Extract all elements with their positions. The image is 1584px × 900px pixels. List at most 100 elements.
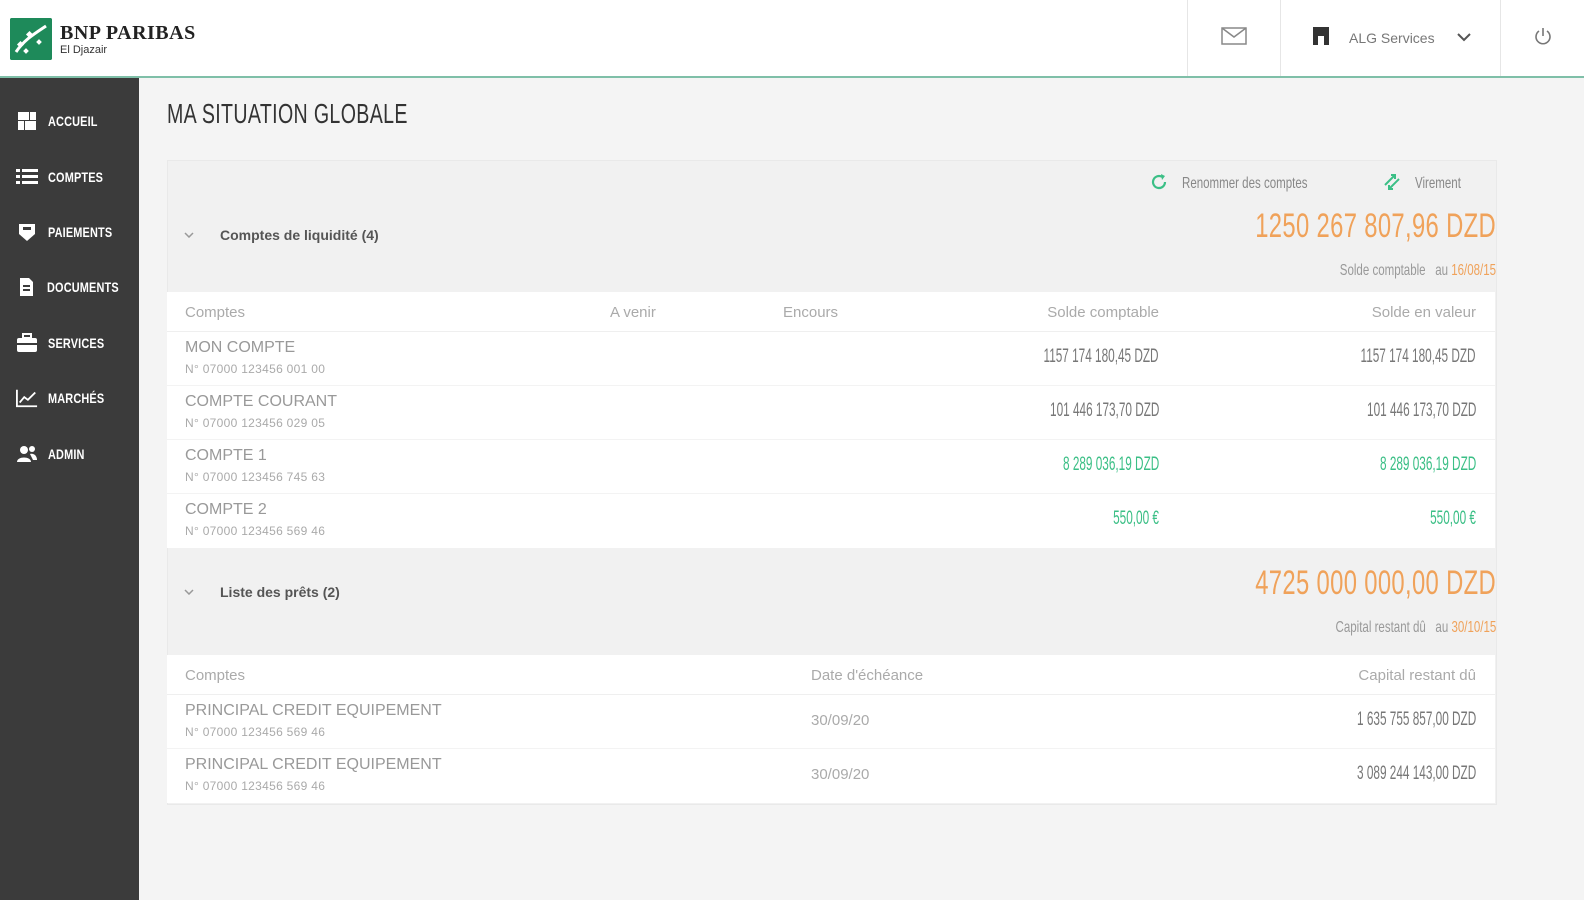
solde-valeur: 8 289 036,19 DZD [1379,454,1476,475]
chevron-down-icon [1456,29,1471,47]
table-header: Comptes A venir Encours Solde comptable … [167,292,1495,332]
page-title: MA SITUATION GLOBALE [167,98,408,129]
transfer-icon [1383,173,1401,196]
payment-icon [16,221,38,243]
column-header: Comptes [185,304,246,321]
table-row[interactable]: PRINCIPAL CREDIT EQUIPEMENT N° 07000 123… [167,695,1495,749]
sidebar-item-services[interactable]: SERVICES [0,323,139,363]
table-row[interactable]: COMPTE COURANT N° 07000 123456 029 05 10… [167,386,1495,440]
transfer-label: Virement [1415,175,1461,192]
account-number: N° 07000 123456 745 63 [185,470,326,484]
loans-sub-label: Capital restant dû [1335,619,1426,636]
sidebar-item-accueil[interactable]: ACCUEIL [0,101,139,141]
sidebar-item-comptes[interactable]: COMPTES [0,157,139,197]
logout-button[interactable] [1500,0,1584,76]
power-icon [1534,27,1552,50]
solde-comptable: 1157 174 180,45 DZD [1043,346,1159,367]
sidebar-item-label: COMPTES [48,169,104,185]
brand-subtitle: El Djazair [60,43,108,56]
account-name: COMPTE 1 [185,447,267,464]
sidebar-nav: ACCUEIL COMPTES PAIEMENTS DOCUMENTS SERV… [0,78,139,900]
loan-number: N° 07000 123456 569 46 [185,779,326,793]
column-header: Solde comptable [1047,304,1159,321]
account-name: COMPTE COURANT [185,393,337,410]
brand-name: BNP PARIBAS [60,21,196,44]
table-row[interactable]: COMPTE 2 N° 07000 123456 569 46 550,00 €… [167,494,1495,548]
solde-valeur: 1157 174 180,45 DZD [1360,346,1476,367]
table-header: Comptes Date d'échéance Capital restant … [167,655,1495,695]
sidebar-item-label: ADMIN [48,446,85,462]
user-menu-dropdown[interactable]: ALG Services [1280,0,1500,76]
loan-due-date: 30/09/20 [811,712,870,729]
loans-table: Comptes Date d'échéance Capital restant … [167,655,1495,803]
column-header: Encours [783,304,839,321]
loan-name: PRINCIPAL CREDIT EQUIPEMENT [185,702,442,719]
column-header: Solde en valeur [1371,304,1476,321]
liquidity-sub-prefix: au [1435,262,1448,279]
messages-button[interactable] [1187,0,1280,76]
loans-sub-date: 30/10/15 [1451,619,1496,636]
solde-valeur: 101 446 173,70 DZD [1366,400,1476,421]
account-name: MON COMPTE [185,339,296,356]
sidebar-item-label: ACCUEIL [48,113,98,129]
user-name: ALG Services [1349,30,1435,46]
refresh-icon [1150,173,1168,196]
loan-due-date: 30/09/20 [811,766,870,783]
list-icon [16,166,38,188]
loan-capital: 1 635 755 857,00 DZD [1356,709,1476,730]
account-number: N° 07000 123456 001 00 [185,362,326,376]
brand-logo[interactable]: BNP PARIBAS El Djazair [10,18,196,60]
loan-capital: 3 089 244 143,00 DZD [1356,763,1476,784]
liquidity-accounts-table: Comptes A venir Encours Solde comptable … [167,292,1495,548]
loans-total: 4725 000 000,00 DZD [1255,564,1496,602]
column-header: Date d'échéance [811,667,924,684]
sidebar-item-paiements[interactable]: PAIEMENTS [0,212,139,252]
loans-section-title: Liste des prêts (2) [220,584,340,600]
loans-total-subtitle: Capital restant dû au 30/10/15 [1335,619,1496,637]
solde-comptable: 550,00 € [1113,508,1159,529]
top-header: BNP PARIBAS El Djazair ALG Services [0,0,1584,78]
document-icon [16,276,37,298]
liquidity-total: 1250 267 807,96 DZD [1255,207,1496,245]
loans-section-toggle[interactable]: Liste des prêts (2) [184,584,340,600]
loans-sub-prefix: au [1435,619,1448,636]
rename-accounts-link[interactable]: Renommer des comptes [1150,172,1356,196]
building-icon [1311,26,1331,51]
sidebar-item-label: DOCUMENTS [46,279,119,295]
account-number: N° 07000 123456 029 05 [185,416,326,430]
bnp-logo-icon [10,18,52,60]
briefcase-icon [16,332,38,354]
sidebar-item-documents[interactable]: DOCUMENTS [0,267,139,307]
column-header: A venir [610,304,656,321]
table-row[interactable]: PRINCIPAL CREDIT EQUIPEMENT N° 07000 123… [167,749,1495,803]
sidebar-item-label: PAIEMENTS [48,224,113,240]
column-header: Comptes [185,667,246,684]
dashboard-icon [16,110,38,132]
sidebar-item-label: MARCHÉS [48,390,105,406]
liquidity-sub-date: 16/08/15 [1451,262,1496,279]
solde-comptable: 8 289 036,19 DZD [1062,454,1159,475]
caret-down-icon [184,586,200,598]
sidebar-item-marches[interactable]: MARCHÉS [0,378,139,418]
column-header: Capital restant dû [1358,667,1476,684]
liquidity-sub-label: Solde comptable [1339,262,1426,279]
sidebar-item-label: SERVICES [48,335,105,351]
loan-name: PRINCIPAL CREDIT EQUIPEMENT [185,756,442,773]
sidebar-item-admin[interactable]: ADMIN [0,434,139,474]
account-number: N° 07000 123456 569 46 [185,524,326,538]
table-row[interactable]: COMPTE 1 N° 07000 123456 745 63 8 289 03… [167,440,1495,494]
rename-accounts-label: Renommer des comptes [1182,175,1308,192]
account-name: COMPTE 2 [185,501,267,518]
liquidity-section-toggle[interactable]: Comptes de liquidité (4) [184,227,379,243]
users-icon [16,443,38,465]
solde-valeur: 550,00 € [1430,508,1476,529]
liquidity-total-subtitle: Solde comptable au 16/08/15 [1340,262,1496,280]
loan-number: N° 07000 123456 569 46 [185,725,326,739]
chart-icon [16,387,38,409]
caret-down-icon [184,229,200,241]
liquidity-section-title: Comptes de liquidité (4) [220,227,379,243]
mail-icon [1221,26,1247,50]
transfer-link[interactable]: Virement [1383,172,1479,196]
table-row[interactable]: MON COMPTE N° 07000 123456 001 00 1157 1… [167,332,1495,386]
solde-comptable: 101 446 173,70 DZD [1049,400,1159,421]
